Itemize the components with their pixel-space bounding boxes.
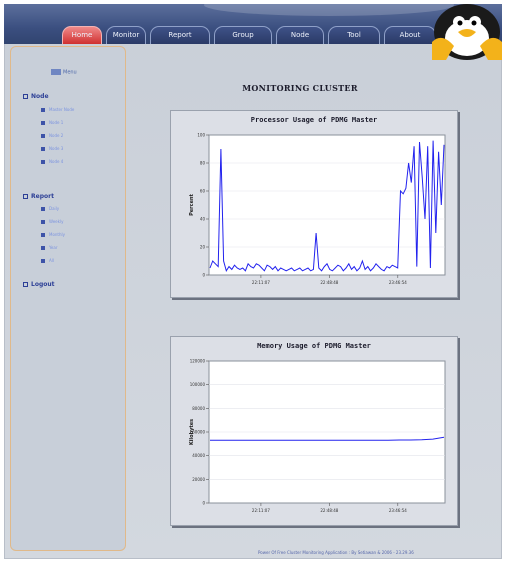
y-tick-label: 80 xyxy=(200,161,206,166)
sidebar-item-label: Node 3 xyxy=(49,146,64,151)
sidebar-item-label: Node 4 xyxy=(49,159,64,164)
sidebar-item-daily[interactable]: Daily xyxy=(41,206,59,211)
y-tick-label: 60 xyxy=(200,189,206,194)
header-glow xyxy=(204,4,454,16)
tab-about[interactable]: About xyxy=(384,26,436,44)
plot-area xyxy=(208,134,446,276)
tab-tool[interactable]: Tool xyxy=(328,26,380,44)
footer-credit: Power Of Free Cluster Monitoring Applica… xyxy=(258,550,414,555)
bullet-icon xyxy=(41,147,45,151)
sidebar-item-year[interactable]: Year xyxy=(41,245,57,250)
sidebar-item-label: Monthly xyxy=(49,232,66,237)
top-navigation-bar: Home Monitor Report Group Node Tool Abou… xyxy=(4,4,502,44)
tab-monitor[interactable]: Monitor xyxy=(106,26,146,44)
y-tick-label: 0 xyxy=(202,273,205,278)
collapse-icon xyxy=(23,94,28,99)
sidebar-item-label: Daily xyxy=(49,206,60,211)
section-label: Report xyxy=(31,193,54,200)
processor-usage-chart-panel: Processor Usage of PDMG Master 0 20 40 60 80… xyxy=(170,110,458,298)
tab-home[interactable]: Home xyxy=(62,26,102,44)
y-tick-label: 100 xyxy=(197,133,205,138)
tab-group[interactable]: Group xyxy=(214,26,272,44)
y-tick-label: 40000 xyxy=(192,453,205,458)
logout-icon xyxy=(23,282,28,287)
sidebar-item-all[interactable]: All xyxy=(41,258,54,263)
menu-heading-label: Menu xyxy=(63,69,77,76)
sidebar-item-node-2[interactable]: Node 2 xyxy=(41,133,63,138)
tab-node[interactable]: Node xyxy=(276,26,324,44)
y-tick-label: 20000 xyxy=(192,477,205,482)
y-tick-label: 120000 xyxy=(190,359,206,364)
logout-label: Logout xyxy=(31,281,55,288)
sidebar-section-report[interactable]: Report xyxy=(23,193,54,200)
bullet-icon xyxy=(41,220,45,224)
y-tick-label: 80000 xyxy=(192,406,205,411)
sidebar-section-node[interactable]: Node xyxy=(23,93,49,100)
tab-report[interactable]: Report xyxy=(150,26,210,44)
sidebar-item-node-4[interactable]: Node 4 xyxy=(41,159,63,164)
bullet-icon xyxy=(41,259,45,263)
x-tick-label: 23:46:54 xyxy=(389,280,407,285)
sidebar-item-node-1[interactable]: Node 1 xyxy=(41,120,63,125)
memory-usage-chart: 02000040000600008000010000012000022:11:0… xyxy=(189,359,446,513)
sidebar-item-weekly[interactable]: Weekly xyxy=(41,219,63,224)
sidebar-item-monthly[interactable]: Monthly xyxy=(41,232,65,237)
x-tick-label: 22:11:07 xyxy=(252,508,270,513)
sidebar-item-label: Master Node xyxy=(49,107,75,112)
sidebar-item-master-node[interactable]: Master Node xyxy=(41,107,74,112)
sidebar-item-node-3[interactable]: Node 3 xyxy=(41,146,63,151)
y-axis-label: Percent xyxy=(189,193,195,215)
section-label: Node xyxy=(31,93,49,100)
y-tick-label: 20 xyxy=(200,245,206,250)
logout-link[interactable]: Logout xyxy=(23,281,55,288)
page-title: MONITORING CLUSTER xyxy=(242,83,358,93)
sidebar-item-label: Weekly xyxy=(49,219,64,224)
bullet-icon xyxy=(41,246,45,250)
y-tick-label: 100000 xyxy=(190,382,206,387)
sidebar-item-label: Node 2 xyxy=(49,133,64,138)
penguin-logo-icon xyxy=(432,4,502,60)
collapse-icon xyxy=(23,194,28,199)
memory-usage-chart-panel: Memory Usage of PDMG Master 0 20000 40000 6… xyxy=(170,336,458,526)
sidebar-item-label: Year xyxy=(49,245,58,250)
processor-usage-chart: 0 20 40 60 80 100 22:11:07 22:48:48 23:46:54 Perc… xyxy=(189,133,446,285)
x-tick-label: 22:48:48 xyxy=(320,508,338,513)
bullet-icon xyxy=(41,121,45,125)
y-tick-label: 40 xyxy=(200,217,206,222)
sidebar-menu: Menu Node Master Node Node 1 Node 2 Node… xyxy=(10,46,126,551)
bullet-icon xyxy=(41,108,45,112)
x-tick-label: 22:48:48 xyxy=(320,280,338,285)
sidebar-item-label: All xyxy=(49,258,54,263)
x-tick-label: 23:46:54 xyxy=(389,508,407,513)
bullet-icon xyxy=(41,160,45,164)
sidebar-item-label: Node 1 xyxy=(49,120,64,125)
y-tick-label: 0 xyxy=(202,501,205,506)
y-axis-label: Kilobytes xyxy=(189,419,195,445)
menu-heading: Menu xyxy=(51,69,81,76)
x-tick-label: 22:11:07 xyxy=(252,280,270,285)
bullet-icon xyxy=(41,233,45,237)
bullet-icon xyxy=(41,207,45,211)
bullet-icon xyxy=(41,134,45,138)
menu-icon xyxy=(51,69,61,75)
